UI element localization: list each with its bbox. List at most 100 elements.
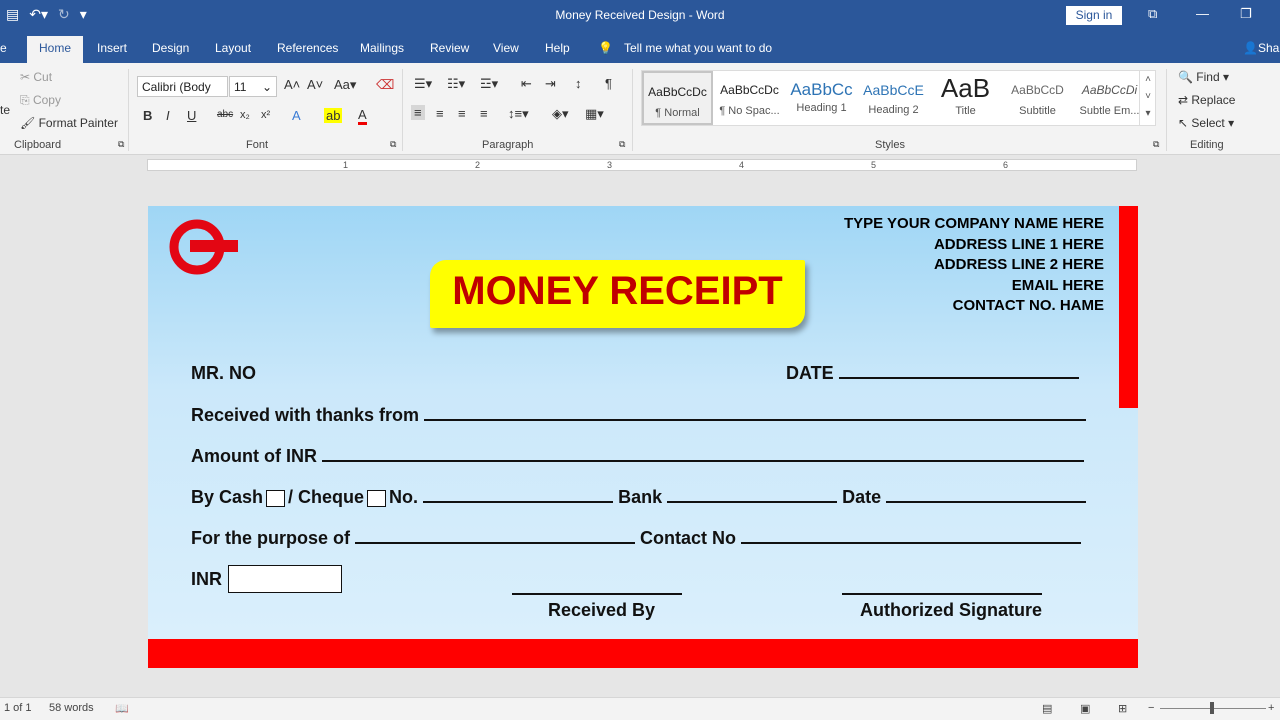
justify-icon[interactable]: ≡ xyxy=(480,106,488,121)
receipt-title: MONEY RECEIPT xyxy=(452,269,783,313)
date-field[interactable]: DATE xyxy=(786,363,1079,384)
tell-me-search[interactable]: Tell me what you want to do xyxy=(624,41,772,55)
ribbon-tabs: e Home Insert Design Layout References M… xyxy=(0,33,1280,63)
sign-in-button[interactable]: Sign in xyxy=(1066,6,1122,25)
subscript-icon[interactable]: x₂ xyxy=(240,109,250,121)
inr-amount-box[interactable] xyxy=(228,565,342,593)
align-left-icon[interactable]: ≡ xyxy=(411,105,425,120)
clipboard-launcher-icon[interactable]: ⧉ xyxy=(118,139,124,150)
ruler-mark: 4 xyxy=(739,160,745,170)
zoom-out-icon[interactable]: − xyxy=(1148,702,1154,714)
zoom-slider-thumb[interactable] xyxy=(1210,702,1214,714)
style-name: ¶ Normal xyxy=(655,107,700,119)
horizontal-ruler[interactable]: 1 2 3 4 5 6 xyxy=(147,159,1137,171)
tab-references[interactable]: References xyxy=(277,41,338,55)
style-heading-2[interactable]: AaBbCcE Heading 2 xyxy=(858,71,929,125)
pilcrow-icon[interactable]: ¶ xyxy=(605,76,612,91)
line-spacing-icon[interactable]: ↕≡▾ xyxy=(508,106,529,122)
underline-icon[interactable]: U xyxy=(187,108,196,123)
amount-field[interactable]: Amount of INR xyxy=(191,446,1084,467)
cheque-checkbox[interactable] xyxy=(367,489,387,507)
cash-checkbox[interactable] xyxy=(266,489,286,507)
font-launcher-icon[interactable]: ⧉ xyxy=(390,139,396,150)
sort-icon[interactable]: ↕ xyxy=(575,76,582,91)
strikethrough-icon[interactable]: abc xyxy=(217,109,233,120)
font-size-combo[interactable]: 11 ⌄ xyxy=(229,76,277,97)
text-effects-icon[interactable]: A xyxy=(292,108,301,123)
tab-file[interactable]: e xyxy=(0,41,7,55)
word-count[interactable]: 58 words xyxy=(49,702,94,714)
replace-button[interactable]: ⇄ Replace xyxy=(1178,93,1235,107)
italic-icon[interactable]: I xyxy=(166,108,170,123)
borders-icon[interactable]: ▦▾ xyxy=(585,106,604,122)
font-name-combo[interactable]: Calibri (Body xyxy=(137,76,228,97)
money-receipt-page[interactable]: TYPE YOUR COMPANY NAME HERE ADDRESS LINE… xyxy=(148,206,1138,668)
tab-layout[interactable]: Layout xyxy=(215,41,251,55)
share-button[interactable]: 👤Sha xyxy=(1243,41,1279,55)
red-footer-bar xyxy=(148,639,1138,668)
contact-no-line[interactable] xyxy=(741,530,1082,544)
divider xyxy=(632,69,633,151)
multilevel-list-icon[interactable]: ☲▾ xyxy=(480,76,498,92)
format-painter-button[interactable]: 🖌 Format Painter xyxy=(20,116,118,130)
paragraph-group-label: Paragraph xyxy=(482,139,534,151)
tab-help[interactable]: Help xyxy=(545,41,570,55)
page-count[interactable]: 1 of 1 xyxy=(4,702,32,714)
shrink-font-icon[interactable]: A˅ xyxy=(307,77,323,92)
web-layout-icon[interactable]: ⊞ xyxy=(1118,702,1127,715)
paste-button[interactable]: te xyxy=(0,103,10,117)
style-name: ¶ No Spac... xyxy=(719,105,780,117)
cut-button[interactable]: ✂ Cut xyxy=(20,70,52,84)
clear-formatting-icon[interactable]: ⌫ xyxy=(376,77,394,93)
style-heading-1[interactable]: AaBbCc Heading 1 xyxy=(786,71,857,125)
decrease-indent-icon[interactable]: ⇤ xyxy=(521,76,532,92)
font-color-icon[interactable]: A xyxy=(358,107,367,125)
copy-button[interactable]: ⎘ Copy xyxy=(20,93,61,108)
superscript-icon[interactable]: x² xyxy=(261,109,270,121)
cheque-no-line[interactable] xyxy=(423,489,614,503)
style-no-spacing[interactable]: AaBbCcDc ¶ No Spac... xyxy=(714,71,785,125)
styles-launcher-icon[interactable]: ⧉ xyxy=(1153,139,1159,150)
minimize-icon[interactable]: — xyxy=(1196,6,1209,21)
purpose-line[interactable] xyxy=(355,530,636,544)
purpose-row: For the purpose of Contact No xyxy=(191,528,1082,549)
received-from-field[interactable]: Received with thanks from xyxy=(191,405,1087,426)
align-center-icon[interactable]: ≡ xyxy=(436,106,444,121)
proofing-icon[interactable]: 📖 xyxy=(115,702,129,715)
numbering-icon[interactable]: ☷▾ xyxy=(447,76,465,92)
bank-line[interactable] xyxy=(667,489,838,503)
highlight-icon[interactable]: ab xyxy=(324,108,343,123)
styles-scroll[interactable]: ˄ ˅ ▾ xyxy=(1139,71,1156,125)
bold-icon[interactable]: B xyxy=(143,108,152,123)
cheque-date-line[interactable] xyxy=(886,489,1087,503)
increase-indent-icon[interactable]: ⇥ xyxy=(545,76,556,92)
shading-icon[interactable]: ◈▾ xyxy=(552,106,569,122)
ribbon-display-icon[interactable]: ⧉ xyxy=(1148,6,1157,22)
find-button[interactable]: 🔍 Find ▾ xyxy=(1178,70,1229,84)
ruler-mark: 6 xyxy=(1003,160,1009,170)
print-layout-icon[interactable]: ▣ xyxy=(1080,702,1090,715)
tab-mailings[interactable]: Mailings xyxy=(360,41,404,55)
tab-review[interactable]: Review xyxy=(430,41,469,55)
change-case-button[interactable]: Aa▾ xyxy=(334,77,356,93)
read-mode-icon[interactable]: ▤ xyxy=(1042,702,1052,715)
tab-view[interactable]: View xyxy=(493,41,519,55)
bullets-icon[interactable]: ☰▾ xyxy=(414,76,432,92)
style-title[interactable]: AaB Title xyxy=(930,71,1001,125)
date-label: DATE xyxy=(786,363,834,383)
style-subtitle[interactable]: AaBbCcD Subtitle xyxy=(1002,71,1073,125)
tab-insert[interactable]: Insert xyxy=(97,41,127,55)
align-right-icon[interactable]: ≡ xyxy=(458,106,466,121)
select-button[interactable]: ↖ Select ▾ xyxy=(1178,116,1234,130)
style-subtle-emphasis[interactable]: AaBbCcDi Subtle Em... xyxy=(1074,71,1145,125)
contact-no-label: Contact No xyxy=(640,528,737,548)
restore-icon[interactable]: ❐ xyxy=(1240,6,1252,22)
tab-home[interactable]: Home xyxy=(27,36,84,63)
paragraph-launcher-icon[interactable]: ⧉ xyxy=(619,139,625,150)
grow-font-icon[interactable]: A˄ xyxy=(284,77,300,92)
received-by-line xyxy=(512,593,682,595)
zoom-in-icon[interactable]: + xyxy=(1268,702,1274,714)
style-normal[interactable]: AaBbCcDc ¶ Normal xyxy=(642,71,713,125)
tab-design[interactable]: Design xyxy=(152,41,189,55)
inr-label: INR xyxy=(191,569,222,589)
